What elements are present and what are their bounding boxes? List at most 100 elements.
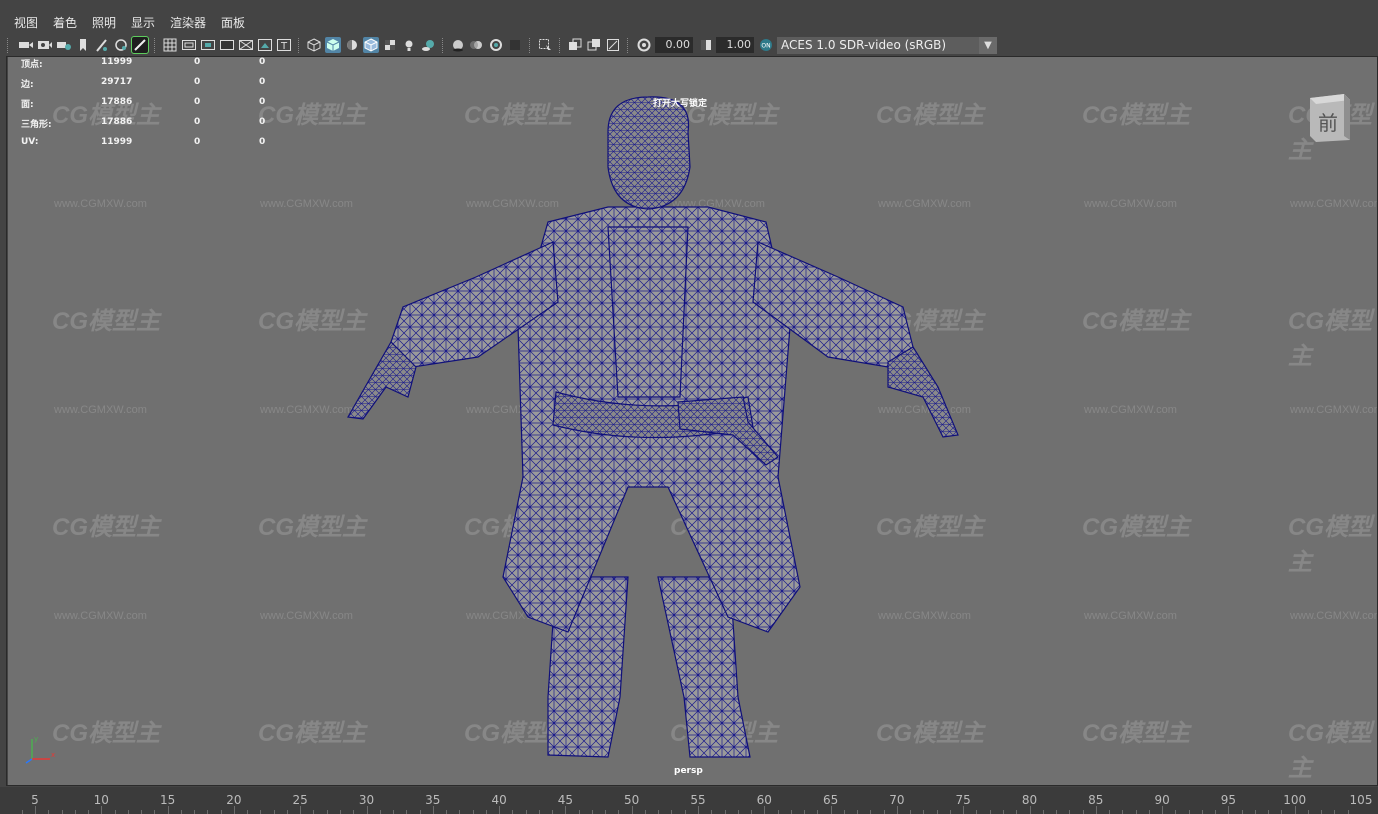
bookmark-icon[interactable] [75,37,91,53]
camera-attributes-icon[interactable] [37,37,53,53]
timeline-tick [910,810,912,814]
view-cube[interactable]: 前 [1304,92,1350,142]
timeline-tick [260,810,262,814]
grid-icon[interactable] [162,37,178,53]
resolution-gate-icon[interactable] [200,37,216,53]
menu-shading[interactable]: 着色 [53,15,77,31]
timeline-tick [273,810,275,814]
timeline-tick [353,810,355,814]
menu-view[interactable]: 视图 [14,15,38,31]
timeline-tick [61,810,63,814]
timeline-tick [698,806,699,814]
image-plane-icon[interactable] [94,37,110,53]
timeline-tick [804,810,806,814]
safe-title-icon[interactable]: T [276,37,292,53]
timeline-tick [1069,810,1071,814]
timeline-tick [326,810,328,814]
timeline-tick [446,810,448,814]
timeline-tick [684,810,686,814]
xray-components-icon[interactable] [605,37,621,53]
gamma-icon[interactable] [698,37,714,53]
camera-lock-icon[interactable] [56,37,72,53]
gamma-field[interactable]: 1.00 [716,37,754,53]
shirt [607,226,689,398]
timeline-tick-label: 85 [1088,793,1104,807]
timeline-tick [472,810,474,814]
shadows-icon[interactable] [420,37,436,53]
motion-blur-icon[interactable] [469,37,485,53]
textured-icon[interactable] [382,37,398,53]
timeline-tick [1016,810,1018,814]
timeline-tick [48,810,50,814]
xray-icon[interactable] [567,37,583,53]
gate-mask-icon[interactable] [219,37,235,53]
depth-of-field-icon[interactable] [507,37,523,53]
timeline-tick [154,810,156,814]
timeline-tick-label: 15 [159,793,176,807]
wireframe-icon[interactable] [306,37,322,53]
viewport-persp[interactable]: CG模型主 CG模型主 CG模型主 CG模型主 www.CGMXW.com www.CGM… [8,57,1378,785]
head [607,96,691,210]
timeline-tick [1268,810,1270,814]
timeline-tick [843,810,845,814]
timeline-tick [1135,810,1137,814]
toolbar-separator [154,38,157,53]
anti-aliasing-icon[interactable] [488,37,504,53]
default-material-icon[interactable] [344,37,360,53]
timeline-tick [141,810,143,814]
xray-joints-icon[interactable] [586,37,602,53]
timeline-tick [114,810,116,814]
timeline-tick [406,810,408,814]
wireframe-on-shaded-icon[interactable] [363,37,379,53]
timeline-tick [1281,810,1283,814]
toolbar-separator [529,38,532,53]
color-space-dropdown[interactable]: ACES 1.0 SDR-video (sRGB) ▼ [777,37,997,54]
timeline-tick [1188,810,1190,814]
time-slider[interactable]: 5 10 15 20 25 30 35 40 45 50 55 60 65 70 75 80 85 90 95 100… [0,787,1378,814]
timeline-tick [618,810,620,814]
timeline-tick [1162,806,1164,814]
timeline-tick [724,810,726,814]
menu-lighting[interactable]: 照明 [92,15,116,31]
toolbar-separator [627,38,630,53]
timeline-tick [790,810,792,814]
timeline-tick [1321,810,1323,814]
menu-show[interactable]: 显示 [131,15,155,31]
film-gate-icon[interactable] [181,37,197,53]
timeline-tick [220,810,222,814]
color-management-icon[interactable]: ON [758,37,774,53]
timeline-tick [711,810,713,814]
timeline-tick-label: 80 [1021,793,1038,807]
timeline-tick [896,806,898,814]
timeline-tick [1241,810,1243,814]
menu-renderer[interactable]: 渲染器 [170,15,206,31]
ambient-occlusion-icon[interactable] [450,37,466,53]
timeline-tick [459,810,461,814]
axis-gizmo-icon: x y [25,735,55,764]
smooth-shade-icon[interactable] [325,37,341,53]
menu-panels[interactable]: 面板 [221,15,245,31]
camera-icon[interactable] [18,37,34,53]
timeline-tick [817,810,819,814]
timeline-tick-label: 95 [1220,793,1237,807]
timeline-tick-label: 35 [425,793,441,807]
timeline-tick [1148,810,1150,814]
chevron-down-icon[interactable]: ▼ [979,37,997,54]
timeline-tick [247,810,249,814]
brush-icon[interactable] [131,36,149,54]
lighting-icon[interactable] [401,37,417,53]
view-cube-label: 前 [1318,111,1338,135]
timeline-tick [949,810,951,814]
pivot-icon[interactable] [113,37,129,53]
timeline-tick [1215,810,1217,814]
field-chart-icon[interactable] [238,37,254,53]
toolbar-separator [7,38,10,53]
timeline-tick [1307,810,1309,814]
timeline-tick [883,810,885,814]
safe-action-icon[interactable] [257,37,273,53]
timeline-tick [1254,810,1256,814]
exposure-icon[interactable] [636,37,652,53]
character-wireframe-model[interactable] [8,57,1378,785]
isolate-select-icon[interactable] [537,37,553,53]
exposure-field[interactable]: 0.00 [655,37,693,53]
